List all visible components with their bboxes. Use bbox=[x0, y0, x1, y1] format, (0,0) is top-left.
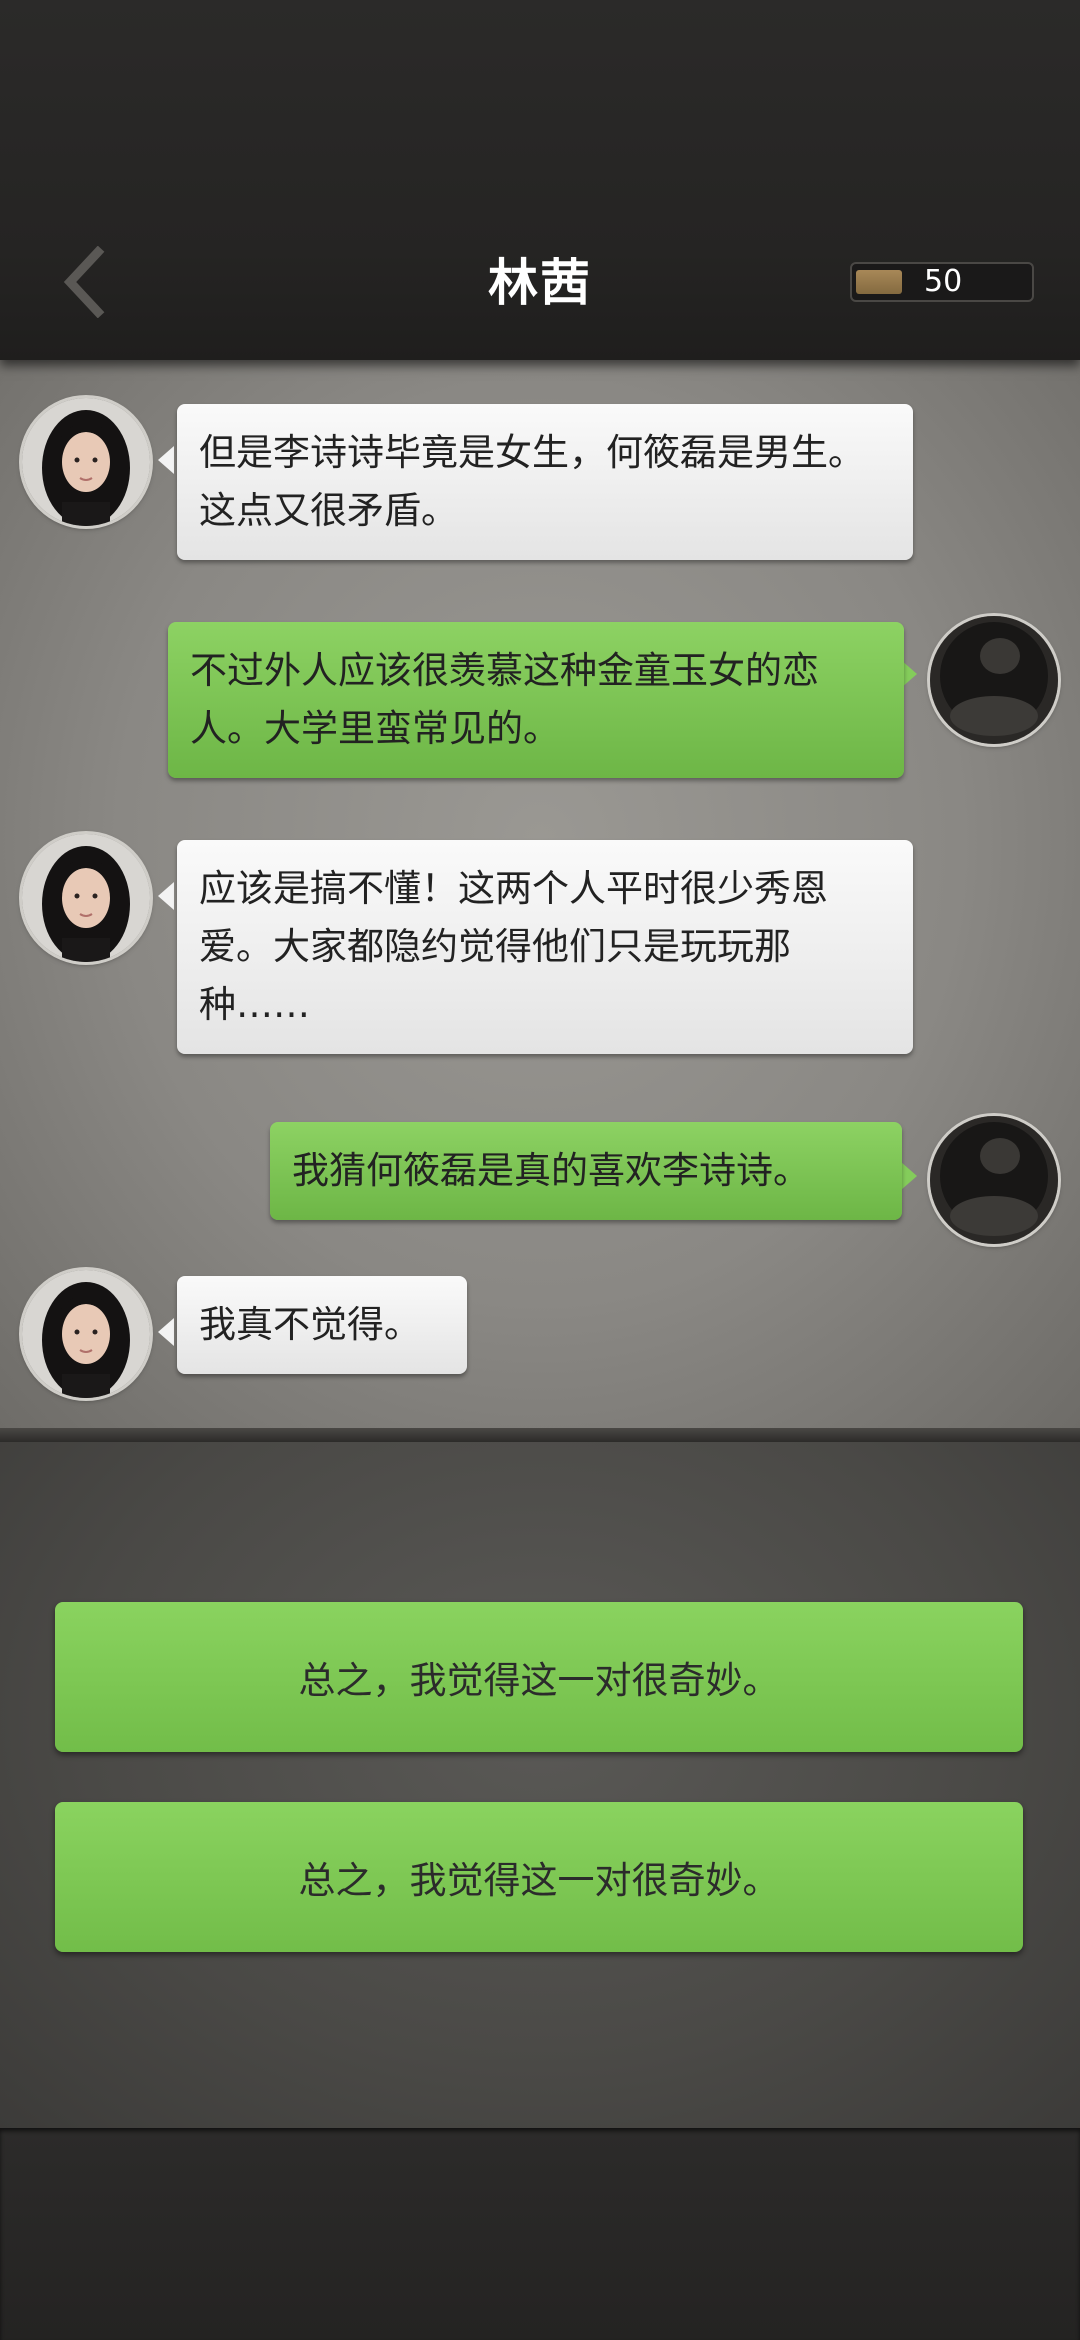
avatar-linqian[interactable] bbox=[22, 1270, 150, 1398]
girl-avatar-icon bbox=[22, 834, 150, 962]
bubble-tail bbox=[158, 1318, 174, 1346]
message-bubble-sent[interactable]: 不过外人应该很羡慕这种金童玉女的恋人。大学里蛮常见的。 bbox=[168, 622, 904, 778]
message-bubble-sent[interactable]: 我猜何筱磊是真的喜欢李诗诗。 bbox=[270, 1122, 902, 1220]
avatar-linqian[interactable] bbox=[22, 398, 150, 526]
girl-avatar-icon bbox=[22, 1270, 150, 1398]
chat-divider bbox=[0, 1428, 1080, 1442]
choice-option-1[interactable]: 总之，我觉得这一对很奇妙。 bbox=[55, 1602, 1023, 1752]
avatar-linqian[interactable] bbox=[22, 834, 150, 962]
avatar-me[interactable] bbox=[930, 1116, 1058, 1244]
bottom-bar bbox=[0, 2128, 1080, 2340]
page-title: 林茜 bbox=[488, 253, 592, 312]
message-bubble-received[interactable]: 但是李诗诗毕竟是女生，何筱磊是男生。这点又很矛盾。 bbox=[177, 404, 913, 560]
user-avatar-icon bbox=[930, 1116, 1058, 1244]
choice-panel: 总之，我觉得这一对很奇妙。 总之，我觉得这一对很奇妙。 bbox=[0, 1442, 1080, 2130]
coin-icon bbox=[856, 270, 902, 294]
coin-count: 50 bbox=[924, 264, 963, 299]
back-button[interactable] bbox=[48, 240, 118, 324]
message-bubble-received[interactable]: 我真不觉得。 bbox=[177, 1276, 467, 1374]
girl-avatar-icon bbox=[22, 398, 150, 526]
choice-option-2[interactable]: 总之，我觉得这一对很奇妙。 bbox=[55, 1802, 1023, 1952]
bubble-tail bbox=[158, 882, 174, 910]
chat-area[interactable]: 但是李诗诗毕竟是女生，何筱磊是男生。这点又很矛盾。 不过外人应该很羡慕这种金童玉… bbox=[0, 360, 1080, 1432]
bubble-tail bbox=[901, 1162, 917, 1190]
avatar-me[interactable] bbox=[930, 616, 1058, 744]
user-avatar-icon bbox=[930, 616, 1058, 744]
bubble-tail bbox=[158, 446, 174, 474]
coin-counter: 50 bbox=[850, 262, 1034, 302]
message-bubble-received[interactable]: 应该是搞不懂！这两个人平时很少秀恩爱。大家都隐约觉得他们只是玩玩那种…… bbox=[177, 840, 913, 1054]
chevron-left-icon bbox=[63, 246, 105, 318]
top-bar: 林茜 50 bbox=[0, 0, 1080, 360]
